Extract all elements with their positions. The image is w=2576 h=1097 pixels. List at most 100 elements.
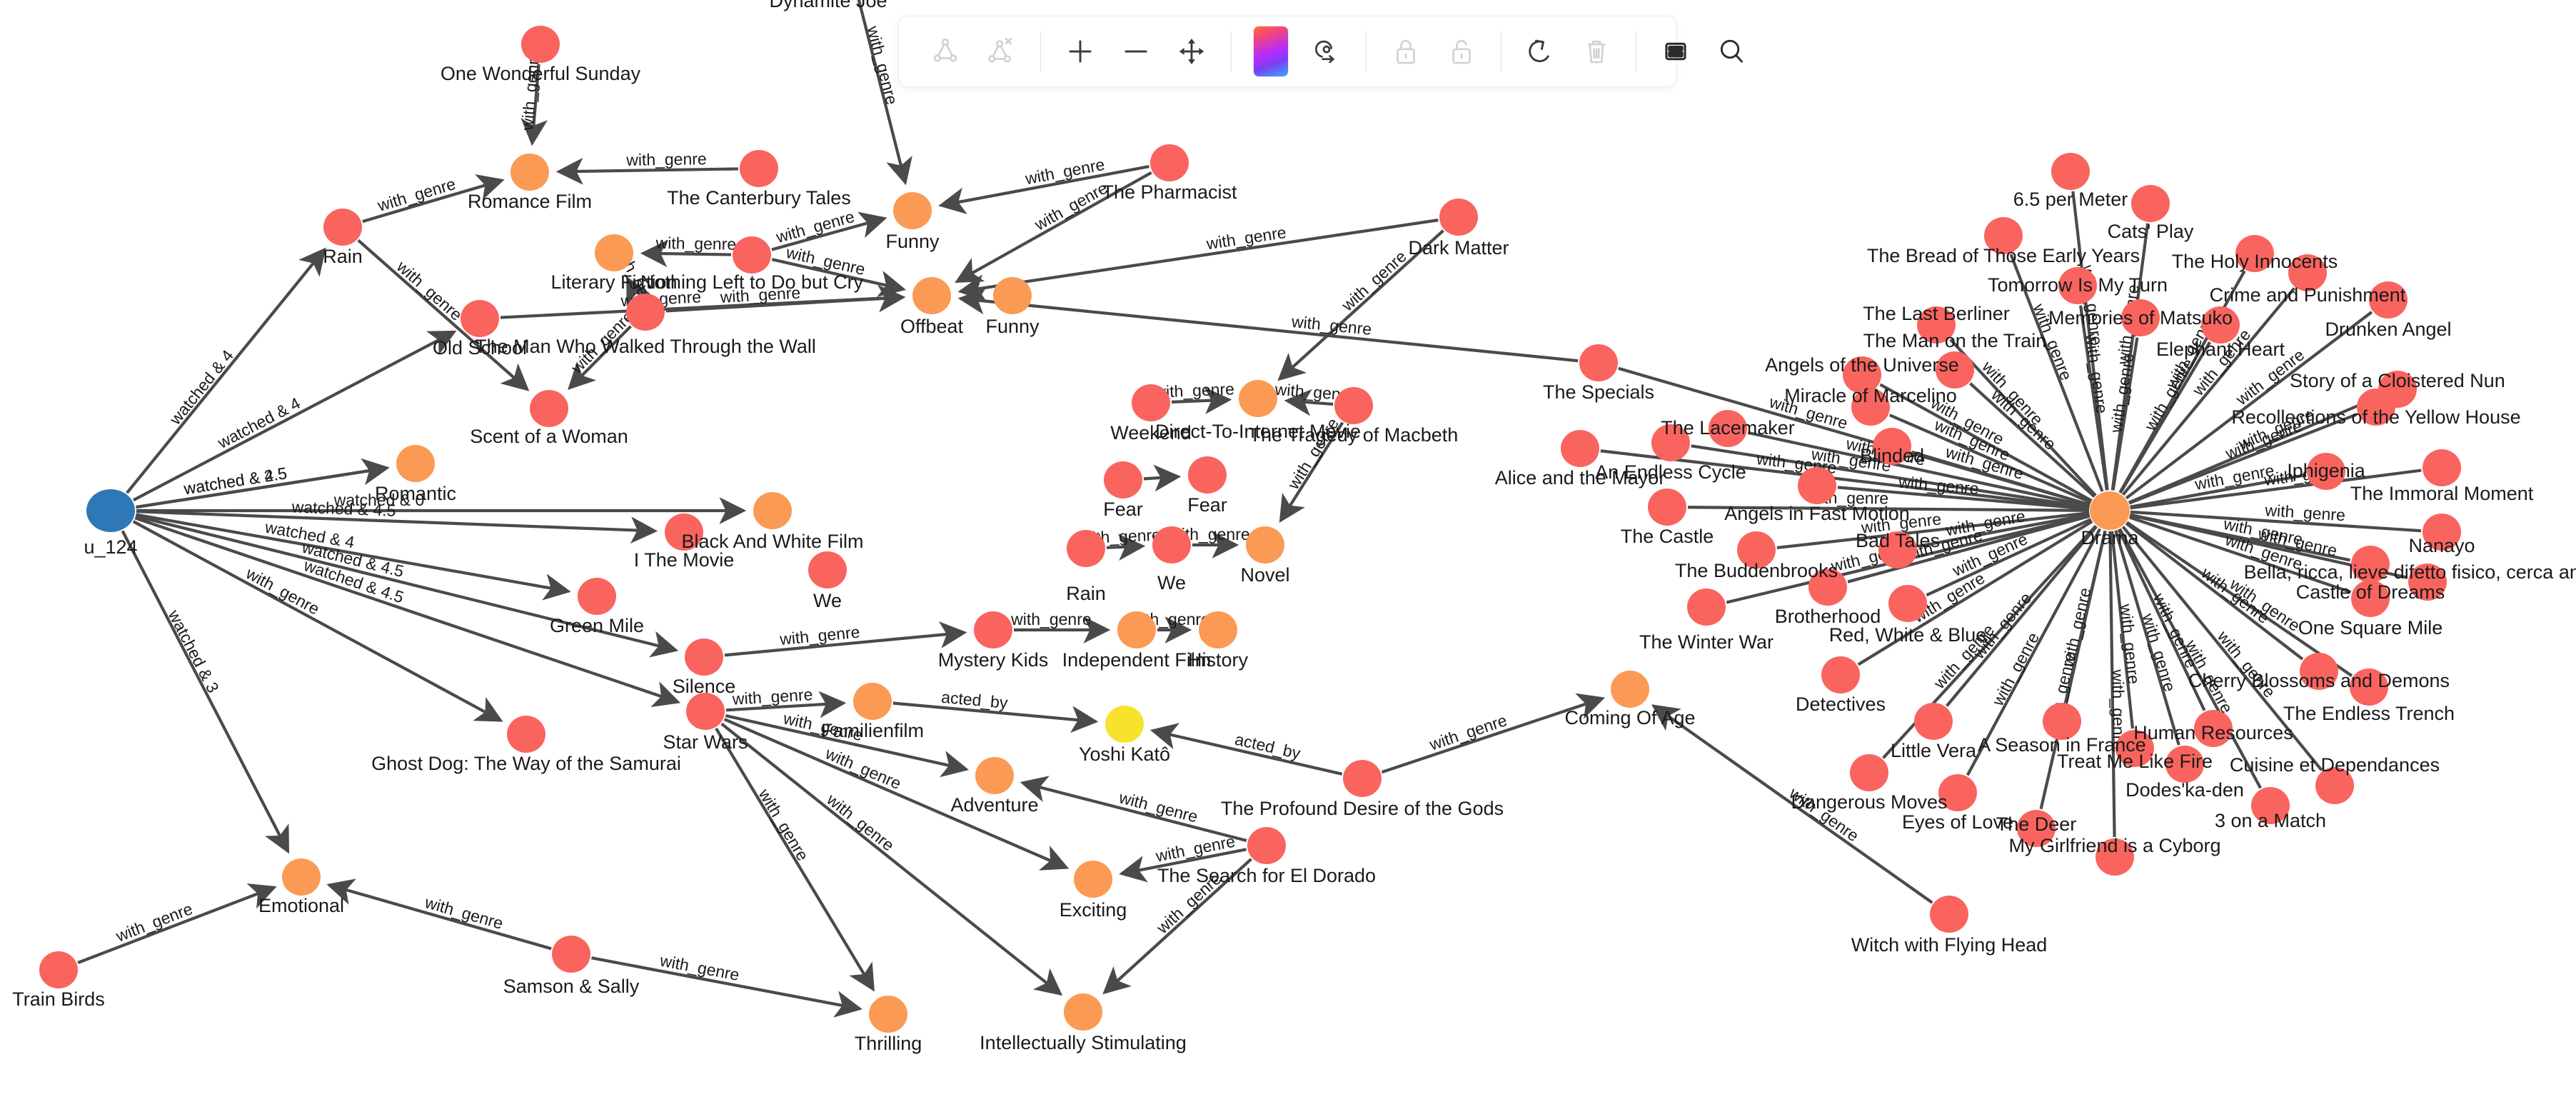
graph-edge[interactable] xyxy=(640,240,732,268)
fit-to-screen-icon[interactable] xyxy=(1164,24,1219,79)
graph-node[interactable] xyxy=(1561,430,1599,467)
graph-node[interactable] xyxy=(626,294,665,331)
zoom-in-icon[interactable] xyxy=(1052,24,1108,79)
graph-node[interactable] xyxy=(2131,185,2170,222)
graph-edge[interactable] xyxy=(77,883,277,964)
graph-node[interactable] xyxy=(1798,467,1836,504)
graph-node[interactable] xyxy=(507,716,545,753)
graph-edge[interactable] xyxy=(357,239,530,391)
unlock-icon[interactable] xyxy=(1434,24,1489,79)
graph-node[interactable] xyxy=(1611,671,1649,708)
graph-node-label: Romance Film xyxy=(468,191,592,212)
graph-node[interactable] xyxy=(1247,827,1286,864)
graph-node[interactable] xyxy=(1064,993,1102,1031)
graph-node[interactable] xyxy=(2422,449,2461,486)
color-palette-icon[interactable] xyxy=(1243,24,1299,79)
graph-node[interactable] xyxy=(740,150,778,187)
edge-label: with_genre xyxy=(755,785,812,864)
graph-node[interactable] xyxy=(733,236,771,274)
graph-node-label: Exciting xyxy=(1060,899,1127,921)
graph-node[interactable] xyxy=(975,757,1014,794)
graph-node-label: The Immoral Moment xyxy=(2350,483,2534,504)
graph-node-label: Samson & Sally xyxy=(503,976,640,997)
graph-node[interactable] xyxy=(1334,387,1373,424)
graph-node[interactable] xyxy=(461,300,499,337)
graph-node[interactable] xyxy=(1074,861,1112,898)
graph-node[interactable] xyxy=(521,26,560,63)
graph-node[interactable] xyxy=(893,192,932,229)
graph-toolbar[interactable] xyxy=(898,16,1744,87)
graph-canvas[interactable]: with_genre with_genre with_genre with_genre… xyxy=(0,0,2576,1097)
color-swatch[interactable] xyxy=(1254,26,1288,76)
graph-node[interactable] xyxy=(1439,199,1478,236)
graph-node-label: Cherry Blossoms and Demons xyxy=(2188,670,2450,691)
graph-node[interactable] xyxy=(595,234,633,271)
graph-node[interactable] xyxy=(1105,706,1144,743)
graph-node[interactable] xyxy=(685,638,723,676)
graph-node[interactable] xyxy=(1850,754,1888,791)
table-view-icon[interactable] xyxy=(1648,24,1704,79)
graph-node[interactable] xyxy=(1239,380,1277,417)
graph-node[interactable] xyxy=(86,489,135,532)
graph-node[interactable] xyxy=(1117,611,1156,648)
graph-node[interactable] xyxy=(323,209,362,246)
graph-node[interactable] xyxy=(1343,760,1382,797)
graph-edge[interactable] xyxy=(957,287,1579,363)
expand-graph-icon[interactable] xyxy=(917,24,973,79)
graph-node[interactable] xyxy=(974,611,1012,648)
graph-node[interactable] xyxy=(993,277,1032,314)
graph-node-label: The Profound Desire of the Gods xyxy=(1221,798,1504,819)
graph-node-label: Castle of Dreams xyxy=(2296,581,2445,603)
layout-icon[interactable] xyxy=(1299,24,1354,79)
graph-node[interactable] xyxy=(552,936,590,973)
graph-node[interactable] xyxy=(39,951,78,988)
graph-node[interactable] xyxy=(396,445,435,482)
graph-edge[interactable] xyxy=(326,878,552,951)
graph-node[interactable] xyxy=(1914,703,1953,740)
graph-svg[interactable]: with_genrewith_genrewith_genrewith_genre… xyxy=(0,0,2576,1097)
graph-node[interactable] xyxy=(869,996,907,1033)
remove-graph-icon[interactable] xyxy=(973,24,1029,79)
graph-node[interactable] xyxy=(1648,489,1686,526)
graph-node-label: I The Movie xyxy=(634,549,735,571)
graph-node[interactable] xyxy=(1888,585,1927,622)
graph-node-label: Novel xyxy=(1240,564,1289,586)
graph-node[interactable] xyxy=(1188,456,1227,494)
graph-node[interactable] xyxy=(853,683,892,720)
graph-node[interactable] xyxy=(2051,153,2090,190)
graph-node[interactable] xyxy=(912,277,951,314)
graph-node-label: Funny xyxy=(985,316,1040,337)
graph-node[interactable] xyxy=(1821,656,1860,693)
graph-node[interactable] xyxy=(1104,461,1142,499)
graph-node[interactable] xyxy=(2090,491,2130,530)
graph-node[interactable] xyxy=(753,492,792,529)
graph-node[interactable] xyxy=(530,390,568,427)
delete-icon[interactable] xyxy=(1569,24,1624,79)
graph-node[interactable] xyxy=(578,578,616,615)
graph-node[interactable] xyxy=(1930,896,1968,933)
graph-node-label: Dodes'ka-den xyxy=(2125,779,2244,801)
graph-node[interactable] xyxy=(1687,588,1726,626)
edge-label: with_genre xyxy=(1117,788,1199,826)
graph-node[interactable] xyxy=(1150,144,1189,181)
zoom-out-icon[interactable] xyxy=(1108,24,1164,79)
graph-node[interactable] xyxy=(1067,530,1105,567)
graph-edge[interactable] xyxy=(555,157,739,185)
graph-node-label: Thrilling xyxy=(855,1033,922,1054)
graph-node-label: Bella, ricca, lieve difetto fisico, cerc… xyxy=(2244,561,2576,583)
undo-icon[interactable] xyxy=(1513,24,1569,79)
graph-edge[interactable] xyxy=(1106,534,1146,561)
graph-node[interactable] xyxy=(808,551,847,588)
graph-node[interactable] xyxy=(686,693,725,730)
graph-node[interactable] xyxy=(1152,526,1191,563)
graph-node[interactable] xyxy=(1246,526,1284,563)
lock-icon[interactable] xyxy=(1378,24,1434,79)
graph-node[interactable] xyxy=(1579,344,1618,381)
graph-node[interactable] xyxy=(282,858,321,896)
graph-node[interactable] xyxy=(510,154,549,191)
graph-node[interactable] xyxy=(1132,384,1170,421)
search-icon[interactable] xyxy=(1704,24,1759,79)
graph-node[interactable] xyxy=(1199,611,1237,648)
graph-edge[interactable] xyxy=(1143,464,1182,492)
graph-node-label: 6.5 per Meter xyxy=(2013,189,2128,210)
